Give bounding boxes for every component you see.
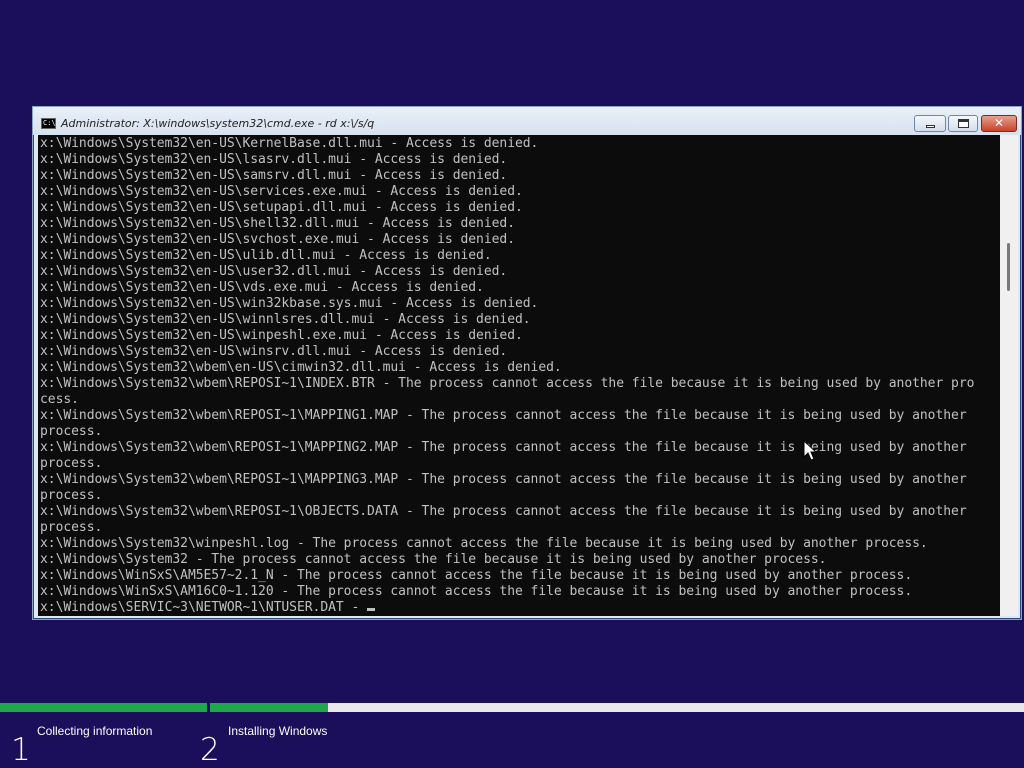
setup-progress-bar (0, 703, 1024, 712)
console-line: x:\Windows\System32\wbem\REPOSI~1\MAPPIN… (40, 440, 967, 455)
close-icon: ✕ (993, 116, 1005, 130)
console-line: x:\Windows\System32 - The process cannot… (40, 552, 827, 567)
console-line: x:\Windows\System32\en-US\user32.dll.mui… (40, 264, 508, 279)
console-line: x:\Windows\System32\en-US\win32kbase.sys… (40, 296, 539, 311)
cmd-icon: C:\ (41, 118, 56, 129)
console-line: x:\Windows\System32\wbem\REPOSI~1\MAPPIN… (40, 408, 967, 423)
console-line: x:\Windows\System32\en-US\ulib.dll.mui -… (40, 248, 492, 263)
maximize-button[interactable] (948, 115, 978, 132)
step-number: 2 (200, 732, 220, 768)
title-bar[interactable]: C:\ Administrator: X:\windows\system32\c… (33, 107, 1021, 135)
console-line: x:\Windows\SERVIC~3\NETWOR~1\NTUSER.DAT … (40, 600, 974, 616)
text-cursor (367, 608, 376, 611)
console-line: x:\Windows\System32\en-US\lsasrv.dll.mui… (40, 152, 508, 167)
setup-progress-fill (0, 703, 328, 712)
console-line: cess. (40, 392, 79, 407)
console-line: x:\Windows\System32\wbem\REPOSI~1\OBJECT… (40, 504, 967, 519)
minimize-icon (926, 125, 935, 128)
minimize-button[interactable] (914, 115, 946, 132)
console-line: x:\Windows\System32\en-US\samsrv.dll.mui… (40, 168, 508, 183)
vertical-scrollbar[interactable] (1000, 135, 1018, 616)
progress-step-divider (207, 703, 210, 712)
console-lines: x:\Windows\System32\en-US\KernelBase.dll… (40, 136, 974, 616)
console-line: x:\Windows\System32\wbem\en-US\cimwin32.… (40, 360, 562, 375)
console-line: process. (40, 488, 103, 503)
console-line: x:\Windows\System32\en-US\winsrv.dll.mui… (40, 344, 508, 359)
console-line: x:\Windows\System32\en-US\svchost.exe.mu… (40, 232, 515, 247)
console-line: x:\Windows\WinSxS\AM5E57~2.1_N - The pro… (40, 568, 913, 583)
console-line: x:\Windows\System32\en-US\setupapi.dll.m… (40, 200, 523, 215)
console-line: x:\Windows\System32\en-US\KernelBase.dll… (40, 136, 539, 151)
console-line: process. (40, 424, 103, 439)
step-label: Collecting information (37, 724, 153, 738)
step-label: Installing Windows (228, 724, 328, 738)
console-line: x:\Windows\System32\en-US\services.exe.m… (40, 184, 523, 199)
console-output[interactable]: x:\Windows\System32\en-US\KernelBase.dll… (38, 135, 1000, 616)
console-line: x:\Windows\System32\en-US\winpeshl.exe.m… (40, 328, 523, 343)
console-line: x:\Windows\System32\wbem\REPOSI~1\INDEX.… (40, 376, 975, 391)
window-title: Administrator: X:\windows\system32\cmd.e… (61, 117, 375, 130)
console-line: x:\Windows\System32\winpeshl.log - The p… (40, 536, 928, 551)
console-line: process. (40, 520, 103, 535)
console-line: x:\Windows\System32\en-US\vds.exe.mui - … (40, 280, 484, 295)
console-line: x:\Windows\System32\en-US\shell32.dll.mu… (40, 216, 515, 231)
console-line: process. (40, 456, 103, 471)
console-line: x:\Windows\System32\en-US\winnlsres.dll.… (40, 312, 531, 327)
close-button[interactable]: ✕ (981, 115, 1017, 132)
step-number: 1 (11, 732, 31, 768)
scrollbar-thumb[interactable] (1007, 243, 1010, 291)
mouse-pointer-icon (803, 440, 817, 461)
console-line: x:\Windows\WinSxS\AM16C0~1.120 - The pro… (40, 584, 913, 599)
console-line: x:\Windows\System32\wbem\REPOSI~1\MAPPIN… (40, 472, 967, 487)
cmd-window[interactable]: C:\ Administrator: X:\windows\system32\c… (32, 106, 1022, 620)
maximize-icon (958, 119, 969, 128)
